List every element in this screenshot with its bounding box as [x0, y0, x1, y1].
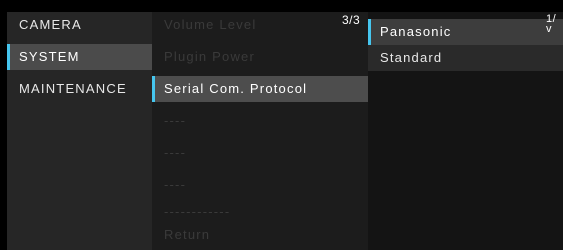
submenu-item-blank-1: ---- — [164, 113, 187, 128]
menu-item-system[interactable]: SYSTEM — [7, 44, 152, 70]
submenu-item-blank-3: ---- — [164, 177, 187, 192]
submenu-page-indicator: 3/3 — [342, 13, 361, 27]
main-menu: CAMERA SYSTEM MAINTENANCE — [7, 12, 152, 250]
submenu-item-serial-com-protocol[interactable]: Serial Com. Protocol — [152, 76, 368, 102]
option-panasonic[interactable]: Panasonic — [368, 19, 563, 45]
submenu-item-blank-2: ---- — [164, 145, 187, 160]
scroll-down-arrow-icon: v — [546, 23, 552, 35]
protocol-options: Panasonic Standard — [368, 12, 563, 250]
system-submenu: Volume Level Plugin Power Serial Com. Pr… — [152, 12, 368, 250]
menu-item-maintenance[interactable]: MAINTENANCE — [7, 76, 152, 102]
camera-menu-screen: CAMERA SYSTEM MAINTENANCE Volume Level P… — [0, 0, 563, 250]
option-standard[interactable]: Standard — [368, 45, 563, 71]
submenu-item-plugin-power[interactable]: Plugin Power — [152, 44, 368, 70]
submenu-item-volume-level[interactable]: Volume Level — [152, 12, 368, 38]
submenu-item-return[interactable]: Return — [152, 222, 368, 248]
menu-item-camera[interactable]: CAMERA — [7, 12, 152, 38]
options-page-indicator: 1/ v — [546, 14, 556, 35]
